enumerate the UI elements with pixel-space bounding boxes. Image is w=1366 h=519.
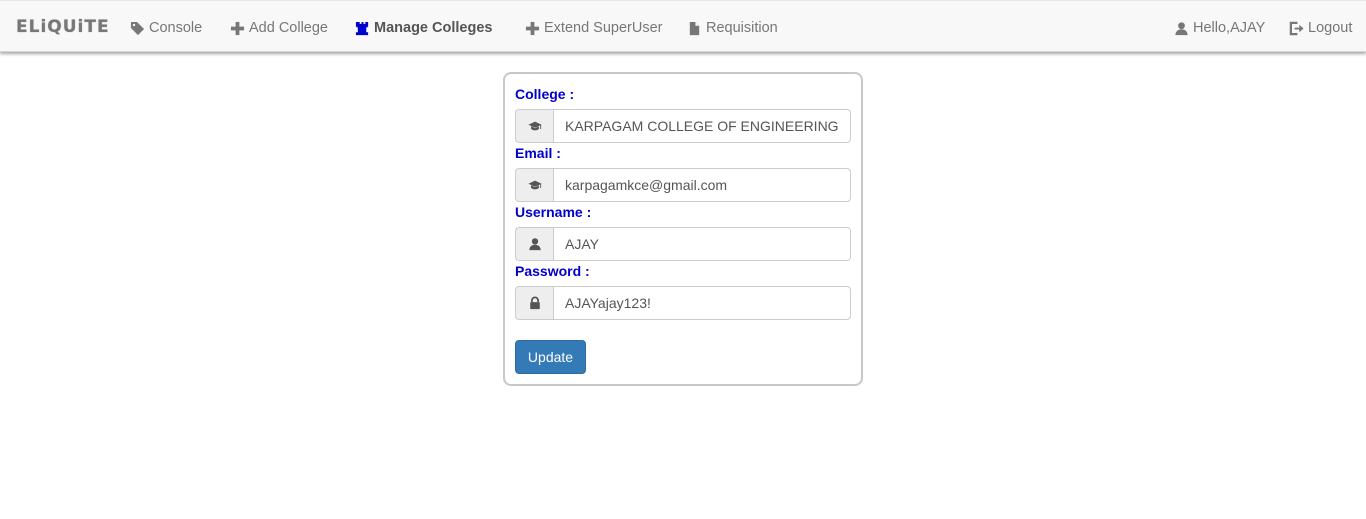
top-navbar: ELiQUiTE Console Add College Manage Coll…: [0, 0, 1366, 52]
plus-icon: [525, 21, 540, 36]
nav-item-label: Add College: [249, 20, 328, 36]
nav-item-requisition[interactable]: Requisition: [687, 18, 778, 38]
nav-item-add-college[interactable]: Add College: [230, 18, 328, 38]
password-label: Password :: [515, 263, 590, 279]
logout-link[interactable]: Logout: [1289, 18, 1352, 38]
tower-icon: [355, 21, 370, 36]
password-input[interactable]: [553, 286, 851, 320]
update-button[interactable]: Update: [515, 340, 586, 374]
username-input[interactable]: [553, 227, 851, 261]
email-input-group: [515, 168, 851, 202]
nav-item-label: Manage Colleges: [374, 20, 493, 36]
file-icon: [687, 21, 702, 36]
college-input-group: [515, 109, 851, 143]
email-input[interactable]: [553, 168, 851, 202]
nav-item-label: Extend SuperUser: [544, 20, 663, 36]
username-input-group: [515, 227, 851, 261]
user-greeting[interactable]: Hello,AJAY: [1174, 18, 1265, 38]
password-input-group: [515, 286, 851, 320]
brand-logo[interactable]: ELiQUiTE: [16, 17, 110, 37]
nav-item-extend-superuser[interactable]: Extend SuperUser: [525, 18, 662, 38]
lock-icon: [515, 286, 553, 320]
graduation-cap-icon: [515, 109, 553, 143]
college-label: College :: [515, 86, 575, 102]
graduation-cap-icon: [515, 168, 553, 202]
username-label: Username :: [515, 204, 592, 220]
user-icon: [515, 227, 553, 261]
college-edit-form: College : Email : Username : Password : …: [503, 72, 863, 386]
plus-icon: [230, 21, 245, 36]
nav-item-label: Requisition: [706, 20, 778, 36]
college-input[interactable]: [553, 109, 851, 143]
greeting-label: Hello,AJAY: [1193, 20, 1266, 36]
nav-item-manage-colleges[interactable]: Manage Colleges: [355, 18, 492, 38]
nav-item-console[interactable]: Console: [130, 18, 202, 38]
logout-icon: [1289, 21, 1304, 36]
logout-label: Logout: [1308, 20, 1353, 36]
email-label: Email :: [515, 145, 561, 161]
nav-item-label: Console: [149, 20, 203, 36]
tag-icon: [130, 21, 145, 36]
user-icon: [1174, 21, 1189, 36]
